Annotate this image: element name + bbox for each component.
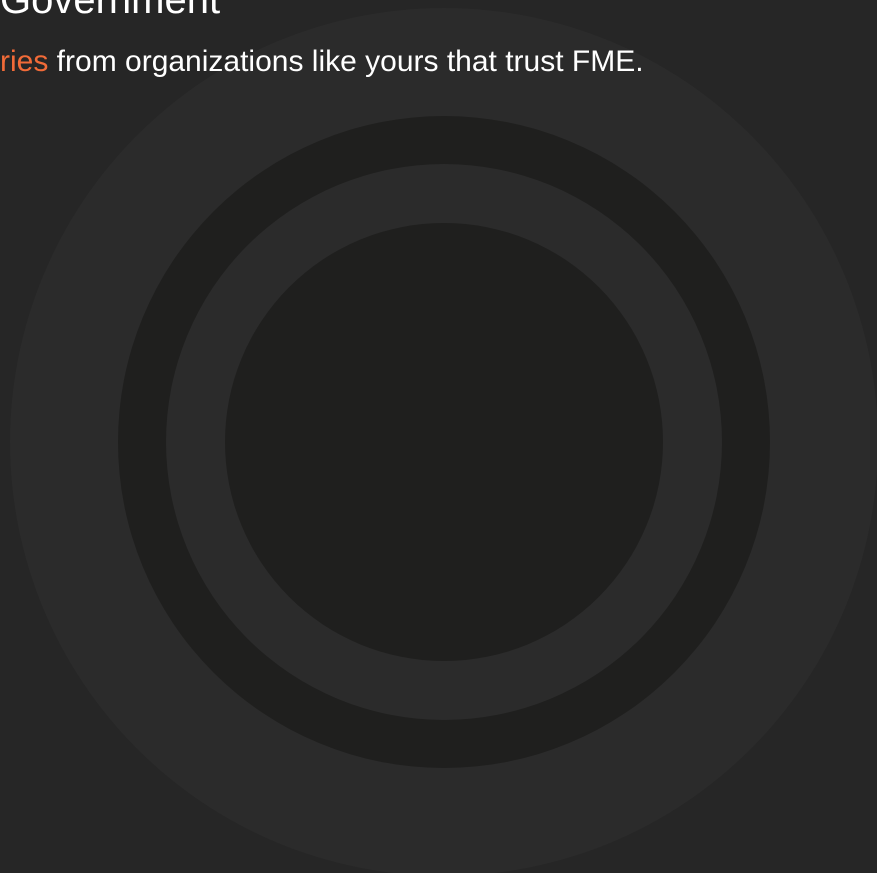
- subtitle-text: from organizations like yours that trust…: [48, 45, 644, 78]
- hero-section: Government ries from organizations like …: [0, 0, 877, 873]
- customer-stories-link[interactable]: ries: [0, 45, 48, 78]
- page-subtitle: ries from organizations like yours that …: [0, 44, 644, 80]
- page-title: Government: [0, 0, 221, 22]
- concentric-circles-graphic: [10, 8, 877, 873]
- inner-circle: [225, 223, 663, 661]
